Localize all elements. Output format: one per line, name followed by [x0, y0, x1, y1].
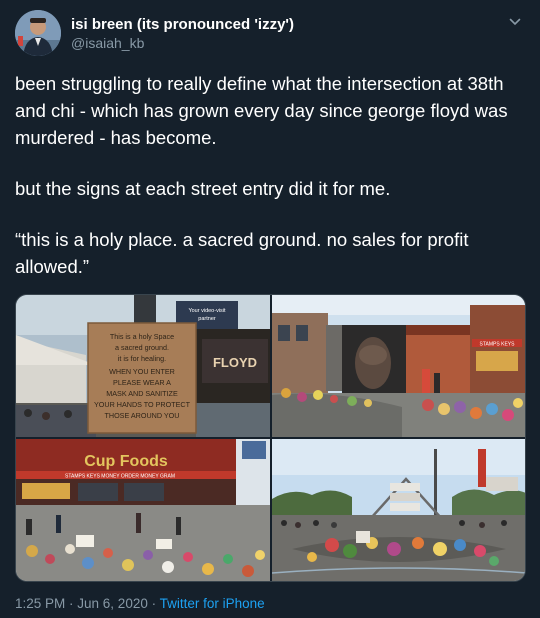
sign-line: YOUR HANDS TO PROTECT — [94, 400, 191, 409]
sign-line: MASK AND SANITIZE — [106, 389, 178, 398]
store-sign: Cup Foods — [84, 453, 168, 470]
tweet-text: been struggling to really define what th… — [15, 70, 526, 280]
chevron-down-icon[interactable] — [507, 14, 523, 30]
sign-line: This is a holy Space — [110, 332, 174, 341]
billboard-line: partner — [198, 316, 216, 322]
mural-text: FLOYD — [213, 355, 257, 370]
photo-sign[interactable]: Your video-visit partner FLOYD This is a… — [16, 295, 270, 437]
media-grid: Your video-visit partner FLOYD This is a… — [15, 294, 526, 582]
avatar[interactable] — [15, 10, 61, 56]
billboard-line: Your video-visit — [188, 308, 226, 314]
banner-text: STAMPS KEYS MONEY ORDER MONEY GRAM — [65, 474, 175, 480]
sign-line: THOSE AROUND YOU — [105, 411, 180, 420]
tweet-footer: 1:25 PM · Jun 6, 2020 · Twitter for iPho… — [15, 596, 265, 611]
tweet-header: isi breen (its pronounced 'izzy') @isaia… — [15, 10, 525, 58]
sign-line: it is for healing. — [118, 354, 166, 363]
display-name[interactable]: isi breen (its pronounced 'izzy') — [71, 16, 294, 34]
user-names: isi breen (its pronounced 'izzy') @isaia… — [71, 16, 294, 52]
shop-sign: STAMPS KEYS — [480, 342, 516, 348]
separator: · — [65, 596, 78, 611]
sign-line: WHEN YOU ENTER — [109, 367, 175, 376]
tweet: isi breen (its pronounced 'izzy') @isaia… — [0, 0, 540, 618]
separator: · — [147, 596, 160, 611]
photo-intersection[interactable] — [272, 439, 525, 581]
tweet-paragraph: been struggling to really define what th… — [15, 73, 508, 148]
sign-line: a sacred ground. — [115, 343, 169, 352]
tweet-paragraph: but the signs at each street entry did i… — [15, 178, 391, 199]
tweet-source-link[interactable]: Twitter for iPhone — [160, 596, 265, 611]
photo-mural[interactable]: STAMPS KEYS — [272, 295, 525, 437]
tweet-time[interactable]: 1:25 PM — [15, 596, 65, 611]
photo-cup-foods[interactable]: Cup Foods STAMPS KEYS MONEY ORDER MONEY … — [16, 439, 270, 581]
tweet-date[interactable]: Jun 6, 2020 — [77, 596, 148, 611]
sign-line: PLEASE WEAR A — [113, 378, 171, 387]
user-handle[interactable]: @isaiah_kb — [71, 34, 294, 52]
tweet-paragraph: “this is a holy place. a sacred ground. … — [15, 229, 469, 277]
